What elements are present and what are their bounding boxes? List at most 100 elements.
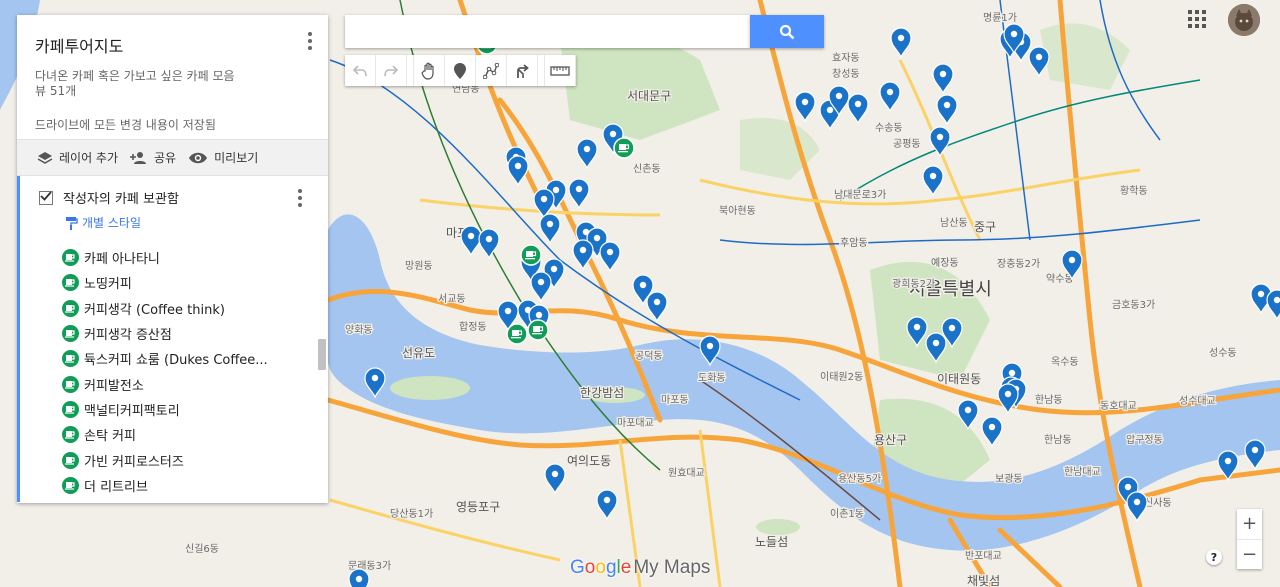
place-item[interactable]: 가빈 커피로스터즈	[20, 447, 328, 472]
ruler-icon	[550, 65, 570, 76]
panel-toolbar: 레이어 추가 공유 미리보기	[17, 139, 328, 176]
zoom-control: + −	[1237, 509, 1262, 569]
search-input[interactable]	[345, 15, 750, 48]
coffee-icon	[62, 476, 79, 494]
place-item[interactable]: 더 리트리브	[20, 473, 328, 498]
label-bukahyeon: 북아현동	[719, 205, 756, 217]
label-seongsu-bridge: 성수대교	[1179, 395, 1216, 407]
place-name: 커피발전소	[84, 378, 144, 394]
place-item[interactable]: 맥널티커피팩토리	[20, 397, 328, 422]
map-title[interactable]: 카페투어지도	[35, 33, 310, 57]
map-pin[interactable]	[348, 568, 370, 587]
label-yeouido: 여의도동	[567, 454, 611, 468]
coffee-icon	[62, 375, 79, 393]
preview-button[interactable]: 미리보기	[188, 149, 258, 166]
cafe-marker[interactable]	[506, 323, 528, 345]
eye-icon	[189, 152, 208, 163]
label-wonhyo: 원효대교	[668, 467, 705, 479]
layer-title[interactable]: 작성자의 카페 보관함	[63, 188, 179, 207]
search-button[interactable]	[750, 15, 824, 48]
label-jangchung: 장충동2가	[997, 258, 1040, 270]
place-list: 카페 아나타니노띵커피커피생각 (Coffee think) 커피생각 증산점듁스…	[20, 245, 328, 498]
map-panel: 카페투어지도 다녀온 카페 혹은 가보고 싶은 카페 모음 뷰 51개 드라이브…	[17, 15, 328, 503]
add-marker-button[interactable]	[445, 55, 476, 86]
add-layer-label: 레이어 추가	[59, 151, 119, 165]
label-namsan: 남산동	[940, 217, 968, 229]
pan-button[interactable]	[413, 55, 445, 86]
layer-visibility-checkbox[interactable]	[39, 190, 53, 205]
place-name: 커피생각 (Coffee think)	[84, 302, 225, 318]
label-oksu: 옥수동	[1051, 356, 1079, 368]
label-hannam-bridge: 한남대교	[1064, 466, 1101, 478]
label-geumho: 금호동3가	[1112, 299, 1155, 311]
share-button[interactable]: 공유	[130, 149, 176, 166]
map-options-icon[interactable]	[302, 32, 318, 50]
place-item[interactable]: 손탁 커피	[20, 422, 328, 447]
undo-icon	[352, 64, 367, 76]
apps-grid-icon[interactable]	[1188, 10, 1206, 28]
layer-header: 작성자의 카페 보관함	[20, 176, 328, 207]
label-dohwa: 도화동	[698, 372, 726, 384]
label-mangwon: 망원동	[405, 260, 433, 272]
label-mapo-dong: 마포동	[661, 394, 689, 406]
marker-icon	[454, 62, 466, 79]
label-bogwang: 보광동	[995, 473, 1023, 485]
label-itaewon: 이태원동	[937, 372, 981, 386]
label-namdaemun: 남대문로3가	[834, 189, 886, 201]
directions-button[interactable]	[507, 55, 538, 86]
place-name: 커피생각 증산점	[84, 328, 172, 344]
paint-roller-icon	[66, 216, 78, 230]
avatar[interactable]	[1228, 4, 1260, 36]
place-item[interactable]: 커피생각 증산점	[20, 321, 328, 346]
redo-button[interactable]	[376, 55, 407, 86]
label-seonyudo: 선유도	[402, 346, 435, 360]
zoom-in-button[interactable]: +	[1237, 509, 1262, 539]
place-item[interactable]: 노띵커피	[20, 270, 328, 295]
place-name: 가빈 커피로스터즈	[84, 454, 184, 470]
label-hangang-park: 한강밤섬	[580, 386, 624, 400]
style-link[interactable]: 개별 스타일	[20, 207, 328, 231]
layer-scrollbar[interactable]	[318, 339, 326, 370]
place-name: 노띵커피	[84, 277, 132, 293]
place-item[interactable]: 카페 아나타니	[20, 245, 328, 270]
draw-line-icon	[483, 62, 499, 79]
cafe-marker[interactable]	[520, 244, 542, 266]
coffee-icon	[62, 350, 79, 368]
place-item[interactable]: 커피발전소	[20, 371, 328, 396]
add-layer-button[interactable]: 레이어 추가	[37, 149, 118, 166]
label-dangsan: 당산동1가	[390, 508, 433, 520]
layers-icon	[37, 151, 53, 164]
google-my-maps-logo: Google My Maps	[570, 557, 711, 578]
label-gongpyeong: 공평동	[893, 138, 921, 150]
measure-button[interactable]	[544, 55, 576, 86]
layer-options-icon[interactable]	[292, 189, 308, 207]
coffee-icon	[62, 274, 79, 292]
label-yongsan-dong: 용산동5가	[838, 473, 881, 485]
search-icon	[779, 24, 795, 39]
map-description[interactable]: 다녀온 카페 혹은 가보고 싶은 카페 모음	[35, 69, 310, 84]
help-button[interactable]: ?	[1206, 549, 1222, 565]
place-item[interactable]: 커피생각 (Coffee think)	[20, 296, 328, 321]
place-item[interactable]: 듁스커피 쇼룸 (Dukes Coffee...	[20, 346, 328, 371]
label-yanghwa: 양화동	[345, 324, 373, 336]
coffee-icon	[62, 426, 79, 444]
label-yeongdeungpo: 영등포구	[456, 500, 500, 514]
place-name: 맥널티커피팩토리	[84, 403, 180, 419]
label-seongsu: 성수동	[1209, 347, 1237, 359]
zoom-out-button[interactable]: −	[1237, 538, 1262, 570]
undo-button[interactable]	[345, 55, 376, 86]
label-hwanghak: 황학동	[1120, 185, 1148, 197]
label-hyoja: 효자동	[832, 52, 860, 64]
preview-label: 미리보기	[214, 151, 259, 165]
draw-line-button[interactable]	[476, 55, 507, 86]
layer-section: 작성자의 카페 보관함 개별 스타일 카페 아나타니노띵커피커피생각 (Coff…	[17, 176, 328, 502]
cafe-marker[interactable]	[613, 137, 635, 159]
label-itaewon2: 이태원2동	[820, 371, 863, 383]
label-gongdeok: 공덕동	[635, 350, 663, 362]
label-sinsa: 신사동	[1144, 497, 1172, 509]
style-link-label: 개별 스타일	[82, 216, 142, 230]
save-status: 드라이브에 모든 변경 내용이 저장됨	[35, 118, 216, 132]
cafe-marker[interactable]	[527, 319, 549, 341]
place-name: 듁스커피 쇼룸 (Dukes Coffee...	[84, 353, 268, 369]
place-name: 손탁 커피	[84, 429, 136, 445]
